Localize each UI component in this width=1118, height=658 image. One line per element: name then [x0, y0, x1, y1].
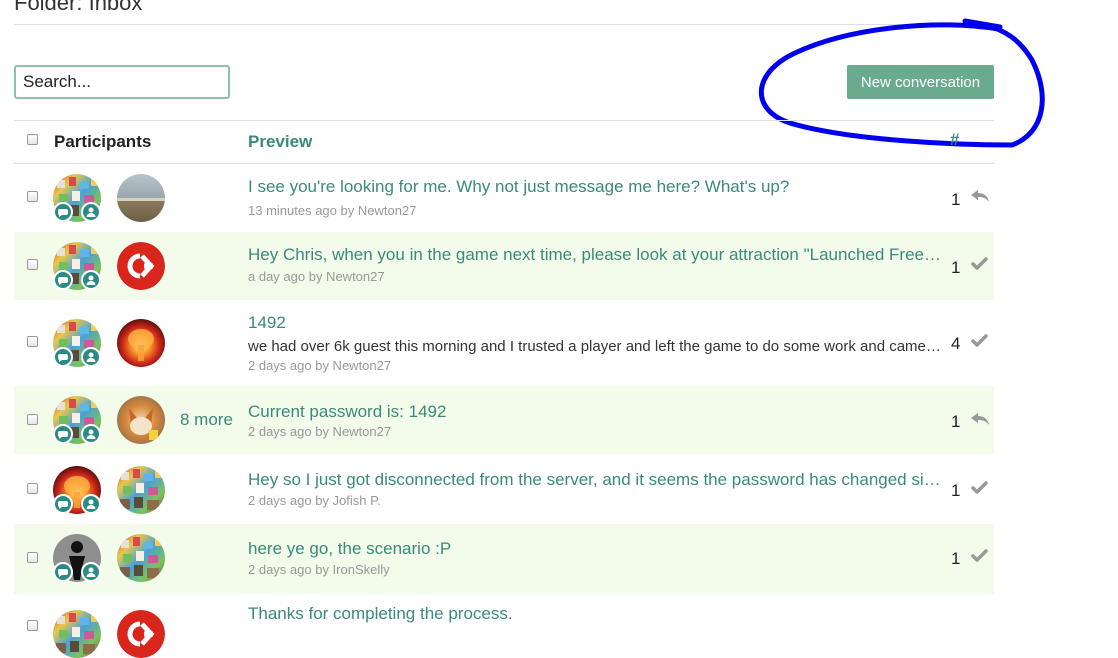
preview-column-header: Preview [248, 132, 313, 151]
message-count: 4 [951, 334, 961, 353]
chat-badge-icon [53, 270, 73, 290]
row-checkbox[interactable] [27, 336, 38, 347]
conversation-row[interactable]: 8 more Current password is: 1492 2 days ag… [14, 386, 994, 454]
page-title: Folder: Inbox [14, 0, 143, 15]
check-icon [970, 548, 990, 564]
conversation-meta: 2 days ago by Newton27 [248, 358, 392, 373]
conversation-row[interactable]: Hey so I just got disconnected from the … [14, 454, 994, 524]
participant-avatar[interactable] [53, 610, 101, 658]
participant-avatar[interactable] [117, 466, 165, 514]
conversation-meta: 2 days ago by IronSkelly [248, 562, 390, 577]
conversation-row[interactable]: I see you're looking for me. Why not jus… [14, 164, 994, 232]
reply-icon [970, 188, 990, 204]
conversation-meta: 2 days ago by Jofish P. [248, 493, 381, 508]
more-participants-link[interactable]: 8 more [180, 410, 233, 430]
conversation-excerpt: we had over 6k guest this morning and I … [248, 338, 942, 355]
conversation-row[interactable]: Thanks for completing the process. [14, 594, 994, 658]
user-badge-icon [81, 347, 101, 367]
message-count: 1 [951, 258, 961, 277]
participant-avatar[interactable] [117, 610, 165, 658]
message-count: 1 [951, 481, 961, 500]
participant-avatar[interactable] [117, 534, 165, 582]
conversation-row[interactable]: here ye go, the scenario :P 2 days ago by… [14, 524, 994, 594]
conversation-subject-link[interactable]: Hey Chris, when you in the game next tim… [248, 245, 942, 265]
message-count: 1 [951, 549, 961, 568]
row-checkbox[interactable] [27, 414, 38, 425]
count-column-header: # [950, 130, 960, 149]
row-checkbox[interactable] [27, 620, 38, 631]
search-input[interactable] [14, 65, 230, 99]
conversation-meta: 2 days ago by Newton27 [248, 424, 392, 439]
participants-column-header: Participants [54, 132, 152, 151]
chat-badge-icon [53, 202, 73, 222]
chat-badge-icon [53, 562, 73, 582]
conversation-subject-link[interactable]: here ye go, the scenario :P [248, 539, 942, 559]
conversation-meta: a day ago by Newton27 [248, 269, 385, 284]
conversation-row[interactable]: Hey Chris, when you in the game next tim… [14, 232, 994, 300]
conversation-meta: 13 minutes ago by Newton27 [248, 203, 417, 218]
chat-badge-icon [53, 347, 73, 367]
message-count: 1 [951, 412, 961, 431]
user-badge-icon [81, 202, 101, 222]
check-icon [970, 256, 990, 272]
participant-avatar[interactable] [117, 242, 165, 290]
conversation-subject-link[interactable]: 1492 [248, 313, 942, 333]
row-checkbox[interactable] [27, 259, 38, 270]
chat-badge-icon [53, 424, 73, 444]
participant-avatar[interactable] [117, 174, 165, 222]
conversation-subject-link[interactable]: Current password is: 1492 [248, 402, 942, 422]
participant-avatar[interactable] [117, 319, 165, 367]
conversation-subject-link[interactable]: I see you're looking for me. Why not jus… [248, 177, 942, 197]
check-icon [970, 480, 990, 496]
check-icon [970, 333, 990, 349]
conversation-subject-link[interactable]: Hey so I just got disconnected from the … [248, 470, 942, 490]
user-badge-icon [81, 270, 101, 290]
chat-badge-icon [53, 494, 73, 514]
conversation-subject-link[interactable]: Thanks for completing the process. [248, 604, 942, 624]
reply-icon [970, 411, 990, 427]
user-badge-icon [81, 494, 101, 514]
participant-avatar[interactable] [117, 396, 165, 444]
user-badge-icon [81, 562, 101, 582]
row-checkbox[interactable] [27, 552, 38, 563]
table-top-divider [14, 120, 994, 121]
annotation-circle [758, 18, 1045, 148]
row-checkbox[interactable] [27, 483, 38, 494]
conversation-row[interactable]: 1492 we had over 6k guest this morning an… [14, 300, 994, 386]
user-badge-icon [81, 424, 101, 444]
select-all-checkbox[interactable] [27, 134, 38, 145]
message-count: 1 [951, 190, 961, 209]
row-checkbox[interactable] [27, 191, 38, 202]
